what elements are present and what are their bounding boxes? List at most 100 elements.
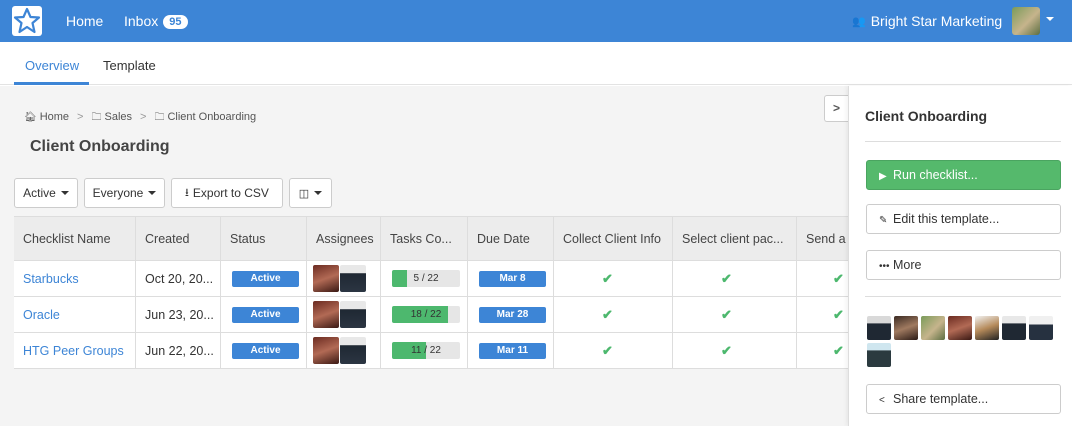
table-row[interactable]: Oracle Jun 23, 20... Active 18 / 22 Mar … (14, 297, 848, 333)
folder-icon: 🗀 (154, 112, 165, 123)
checklist-name-link[interactable]: Oracle (14, 297, 136, 333)
table-row[interactable]: Starbucks Oct 20, 20... Active 5 / 22 Ma… (14, 261, 848, 297)
avatar[interactable] (921, 316, 945, 340)
nav-inbox-label: Inbox (124, 13, 159, 29)
column-header[interactable]: Assignees (307, 217, 381, 261)
avatar[interactable] (1002, 316, 1026, 340)
status-badge: Active (232, 343, 299, 359)
task-cell: ✔ (797, 261, 848, 297)
breadcrumb-current: Client Onboarding (167, 111, 257, 123)
assignees-cell (307, 297, 381, 333)
edit-template-button[interactable]: ✎ Edit this template... (866, 204, 1061, 234)
breadcrumb-sales[interactable]: Sales (104, 111, 132, 123)
checklist-name-link[interactable]: HTG Peer Groups (14, 333, 136, 369)
nav-home-link[interactable]: Home (66, 13, 103, 29)
due-date-cell: Mar 8 (468, 261, 554, 297)
task-cell: ✔ (673, 333, 797, 369)
checkmark-icon: ✔ (833, 271, 844, 286)
tasks-progress-bar: 11 / 22 (392, 342, 460, 359)
status-cell: Active (221, 333, 307, 369)
breadcrumb-home[interactable]: Home (40, 111, 69, 123)
status-badge: Active (232, 271, 299, 287)
avatar[interactable] (1029, 316, 1053, 340)
tab-overview[interactable]: Overview (25, 58, 79, 73)
avatar[interactable] (975, 316, 999, 340)
avatar[interactable] (313, 265, 339, 292)
status-cell: Active (221, 261, 307, 297)
play-icon: ▶ (879, 171, 887, 182)
avatar[interactable] (340, 337, 366, 364)
organization-switcher[interactable]: 👥 Bright Star Marketing (852, 13, 1002, 29)
assignee-filter-dropdown[interactable]: Everyone (84, 178, 165, 208)
top-navbar: Home Inbox 95 👥 Bright Star Marketing (0, 0, 1072, 42)
checklist-name[interactable]: HTG Peer Groups (23, 344, 124, 358)
checkmark-icon: ✔ (602, 307, 613, 322)
due-date-cell: Mar 28 (468, 297, 554, 333)
breadcrumb-separator-icon: > (77, 111, 84, 123)
export-csv-label: Export to CSV (192, 186, 269, 200)
page-title: Client Onboarding (30, 138, 170, 155)
column-header[interactable]: Checklist Name (14, 217, 136, 261)
column-header[interactable]: Status (221, 217, 307, 261)
folder-icon: 🗀 (91, 112, 102, 123)
status-filter-label: Active (23, 186, 56, 200)
checkmark-icon: ✔ (602, 271, 613, 286)
checklist-name-link[interactable]: Starbucks (14, 261, 136, 297)
avatar[interactable] (894, 316, 918, 340)
ellipsis-icon: ••• (879, 261, 890, 272)
columns-icon: ◫ (298, 187, 310, 200)
divider (865, 141, 1061, 142)
tab-template[interactable]: Template (103, 58, 156, 73)
main-content: 🏠︎ Home > 🗀 Sales > 🗀 Client Onboarding Client … (0, 86, 848, 426)
more-button[interactable]: ••• More (866, 250, 1061, 280)
share-template-label: Share template... (893, 392, 989, 406)
due-date-cell: Mar 11 (468, 333, 554, 369)
tasks-progress-cell: 18 / 22 (381, 297, 468, 333)
avatar[interactable] (340, 301, 366, 328)
avatar[interactable] (340, 265, 366, 292)
pencil-icon: ✎ (879, 215, 888, 226)
created-cell: Jun 22, 20... (136, 333, 221, 369)
columns-dropdown[interactable]: ◫ (289, 178, 332, 208)
avatar[interactable] (313, 337, 339, 364)
table-row[interactable]: HTG Peer Groups Jun 22, 20... Active 11 … (14, 333, 848, 369)
chevron-down-icon (314, 191, 323, 195)
column-header[interactable]: Collect Client Info (554, 217, 673, 261)
share-icon: < (879, 395, 885, 406)
checklist-name[interactable]: Oracle (23, 308, 60, 322)
avatar[interactable] (867, 316, 891, 340)
column-header[interactable]: Created (136, 217, 221, 261)
avatar[interactable] (867, 343, 891, 367)
avatar[interactable] (948, 316, 972, 340)
table-header: Checklist Name Created Status Assignees … (14, 217, 848, 261)
status-badge: Active (232, 307, 299, 323)
divider (865, 296, 1061, 297)
users-icon: 👥 (852, 16, 866, 28)
task-cell: ✔ (554, 333, 673, 369)
status-filter-dropdown[interactable]: Active (14, 178, 78, 208)
checkmark-icon: ✔ (602, 343, 613, 358)
progress-label: 11 / 22 (411, 345, 441, 356)
column-header[interactable]: Select client pac... (673, 217, 797, 261)
user-menu-caret-icon[interactable] (1046, 17, 1054, 21)
column-header[interactable]: Tasks Co... (381, 217, 468, 261)
share-template-button[interactable]: < Share template... (866, 384, 1061, 414)
checkmark-icon: ✔ (833, 307, 844, 322)
column-header[interactable]: Due Date (468, 217, 554, 261)
due-date-badge: Mar 28 (479, 307, 546, 323)
export-csv-button[interactable]: ⭳ Export to CSV (171, 178, 283, 208)
tasks-progress-cell: 5 / 22 (381, 261, 468, 297)
inbox-count-badge: 95 (163, 15, 188, 29)
avatar[interactable] (313, 301, 339, 328)
tasks-progress-cell: 11 / 22 (381, 333, 468, 369)
run-checklist-button[interactable]: ▶ Run checklist... (866, 160, 1061, 190)
panel-title: Client Onboarding (865, 108, 988, 124)
task-cell: ✔ (673, 297, 797, 333)
collapse-panel-chevron-right-icon[interactable]: > (824, 95, 848, 122)
app-logo-star-icon[interactable] (12, 6, 42, 36)
checklist-name[interactable]: Starbucks (23, 272, 79, 286)
run-checklist-label: Run checklist... (893, 168, 978, 182)
nav-inbox-link[interactable]: Inbox 95 (124, 13, 188, 29)
user-avatar[interactable] (1012, 7, 1040, 35)
column-header[interactable]: Send a (797, 217, 848, 261)
